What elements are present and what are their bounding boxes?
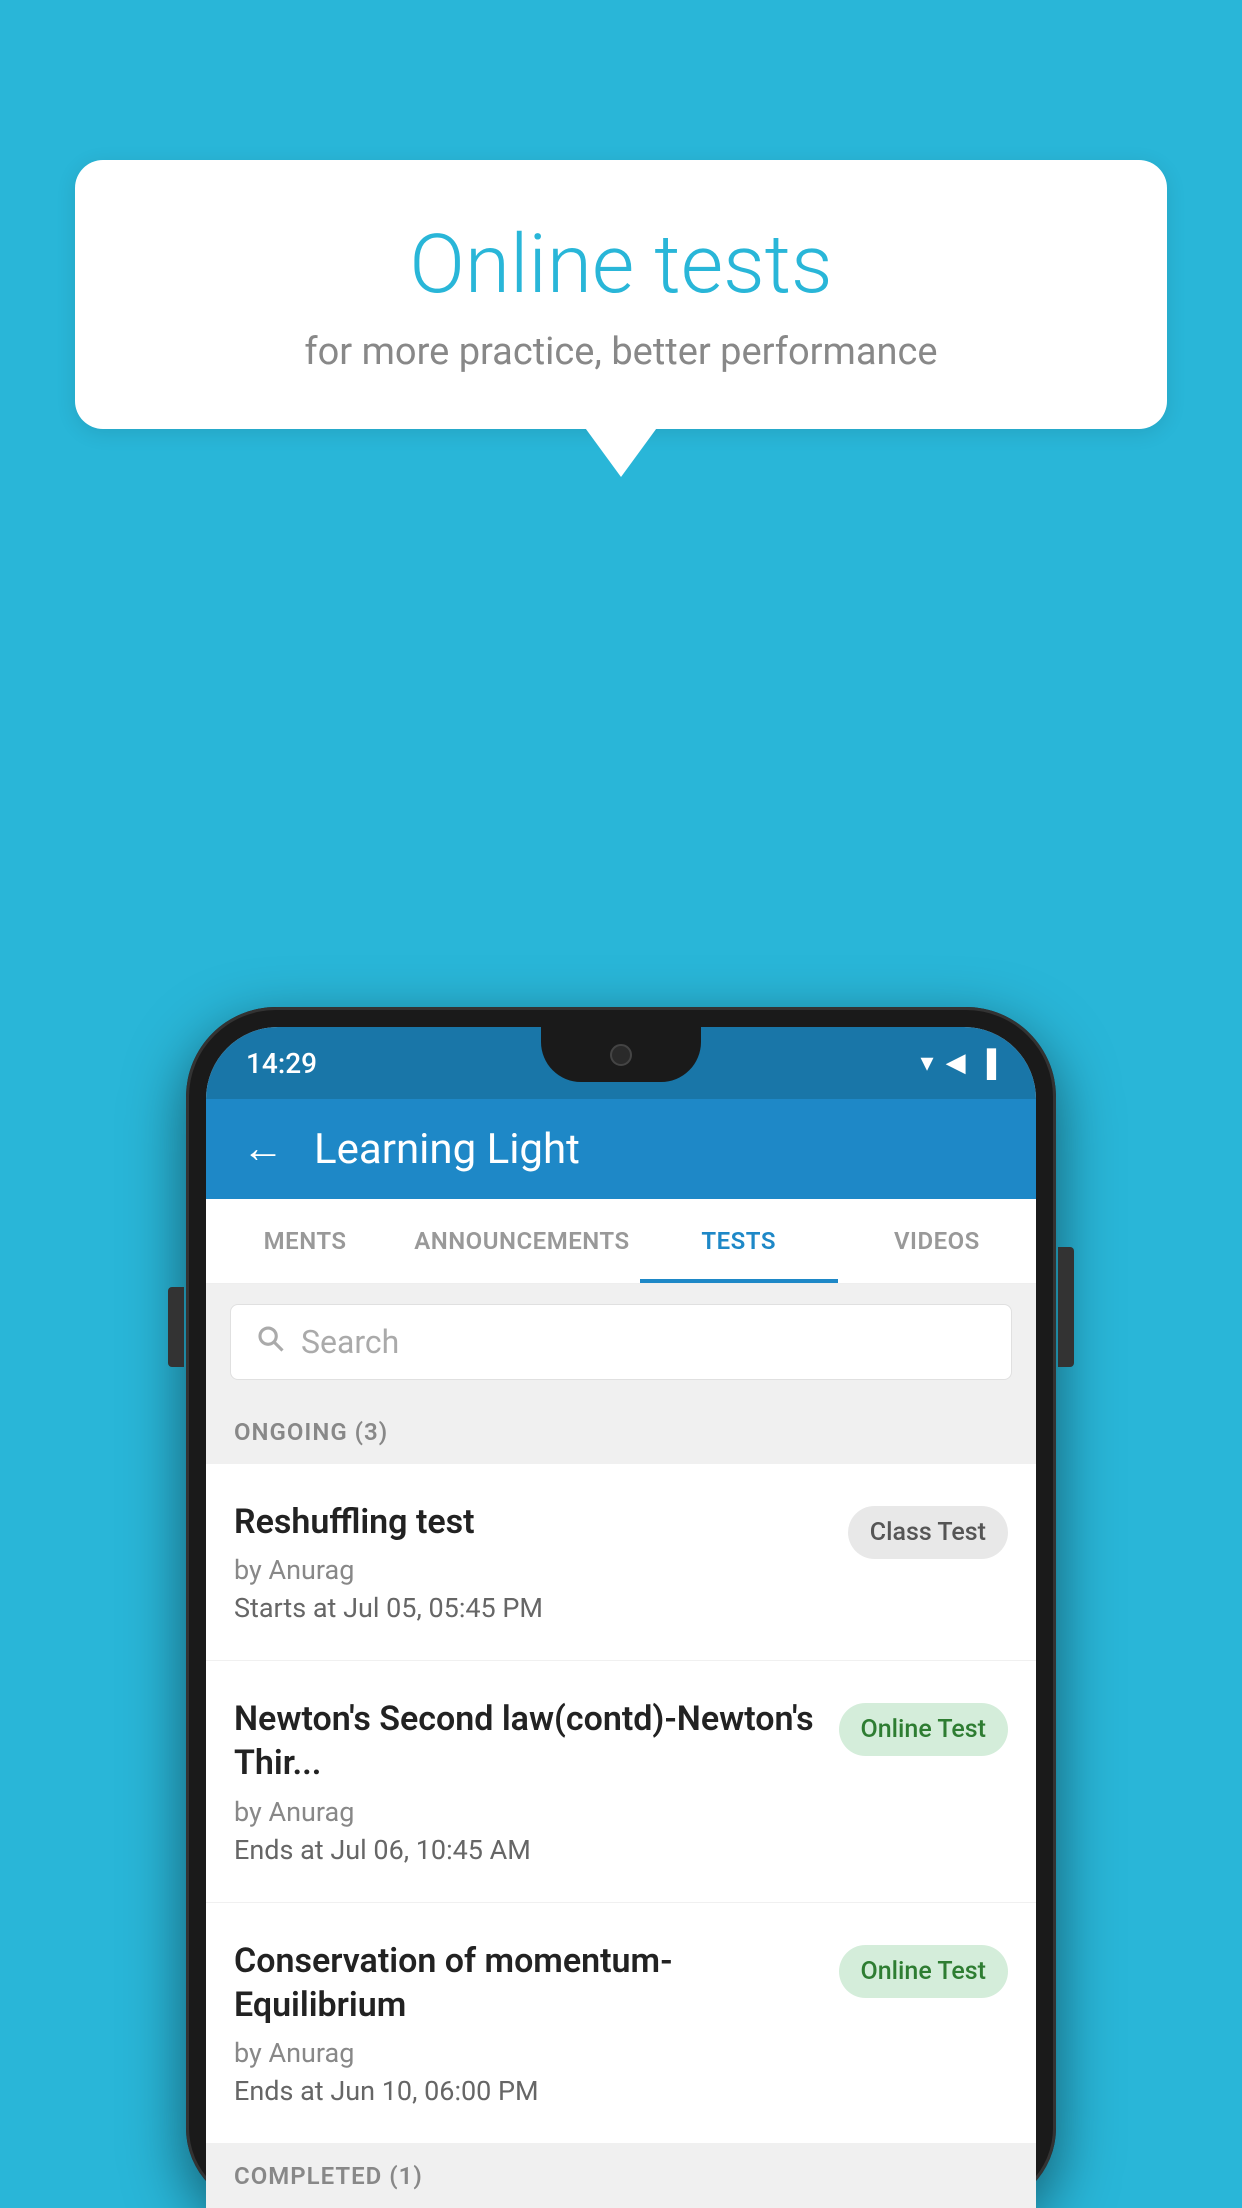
test-badge-1: Class Test [848,1506,1008,1559]
tab-ments[interactable]: MENTS [206,1199,404,1283]
phone-outer: 14:29 ▾ ◀ ▐ ← Learning Light MENTS ANNOU… [186,1007,1056,2208]
tabs-bar: MENTS ANNOUNCEMENTS TESTS VIDEOS [206,1199,1036,1284]
status-bar: 14:29 ▾ ◀ ▐ [206,1027,1036,1099]
tab-announcements[interactable]: ANNOUNCEMENTS [404,1199,639,1283]
search-icon [255,1323,285,1361]
test-item-2[interactable]: Newton's Second law(contd)-Newton's Thir… [206,1661,1036,1902]
test-name-1: Reshuffling test [234,1500,828,1544]
signal-icon: ◀ [946,1048,966,1078]
section-ongoing-label: ONGOING (3) [206,1400,1036,1464]
speech-bubble: Online tests for more practice, better p… [75,160,1167,429]
test-item-3[interactable]: Conservation of momentum-Equilibrium by … [206,1903,1036,2144]
section-completed-label: COMPLETED (1) [206,2144,1036,2208]
test-by-3: by Anurag [234,2037,819,2069]
test-badge-3: Online Test [839,1945,1008,1998]
tab-videos[interactable]: VIDEOS [838,1199,1036,1283]
test-time-2: Ends at Jul 06, 10:45 AM [234,1834,819,1866]
phone-screen: 14:29 ▾ ◀ ▐ ← Learning Light MENTS ANNOU… [206,1027,1036,2208]
back-button[interactable]: ← [242,1128,284,1170]
notch [541,1027,701,1082]
phone-device: 14:29 ▾ ◀ ▐ ← Learning Light MENTS ANNOU… [186,1007,1056,2208]
test-list: Reshuffling test by Anurag Starts at Jul… [206,1464,1036,2144]
test-info-3: Conservation of momentum-Equilibrium by … [234,1939,839,2107]
battery-icon: ▐ [978,1048,996,1079]
search-container: Search [206,1284,1036,1400]
camera-dot [610,1044,632,1066]
test-badge-2: Online Test [839,1703,1008,1756]
tab-tests[interactable]: TESTS [640,1199,838,1283]
app-header: ← Learning Light [206,1099,1036,1199]
test-time-3: Ends at Jun 10, 06:00 PM [234,2075,819,2107]
search-bar[interactable]: Search [230,1304,1012,1380]
search-input[interactable]: Search [301,1323,399,1361]
speech-bubble-title: Online tests [125,220,1117,310]
speech-bubble-subtitle: for more practice, better performance [125,330,1117,374]
test-by-2: by Anurag [234,1796,819,1828]
test-by-1: by Anurag [234,1554,828,1586]
test-name-3: Conservation of momentum-Equilibrium [234,1939,819,2027]
test-info-2: Newton's Second law(contd)-Newton's Thir… [234,1697,839,1865]
app-title: Learning Light [314,1125,580,1174]
test-name-2: Newton's Second law(contd)-Newton's Thir… [234,1697,819,1785]
test-item-1[interactable]: Reshuffling test by Anurag Starts at Jul… [206,1464,1036,1661]
test-info-1: Reshuffling test by Anurag Starts at Jul… [234,1500,848,1624]
wifi-icon: ▾ [921,1048,934,1078]
test-time-1: Starts at Jul 05, 05:45 PM [234,1592,828,1624]
status-icons: ▾ ◀ ▐ [921,1048,996,1079]
speech-bubble-wrapper: Online tests for more practice, better p… [75,160,1167,429]
status-time: 14:29 [246,1047,317,1080]
